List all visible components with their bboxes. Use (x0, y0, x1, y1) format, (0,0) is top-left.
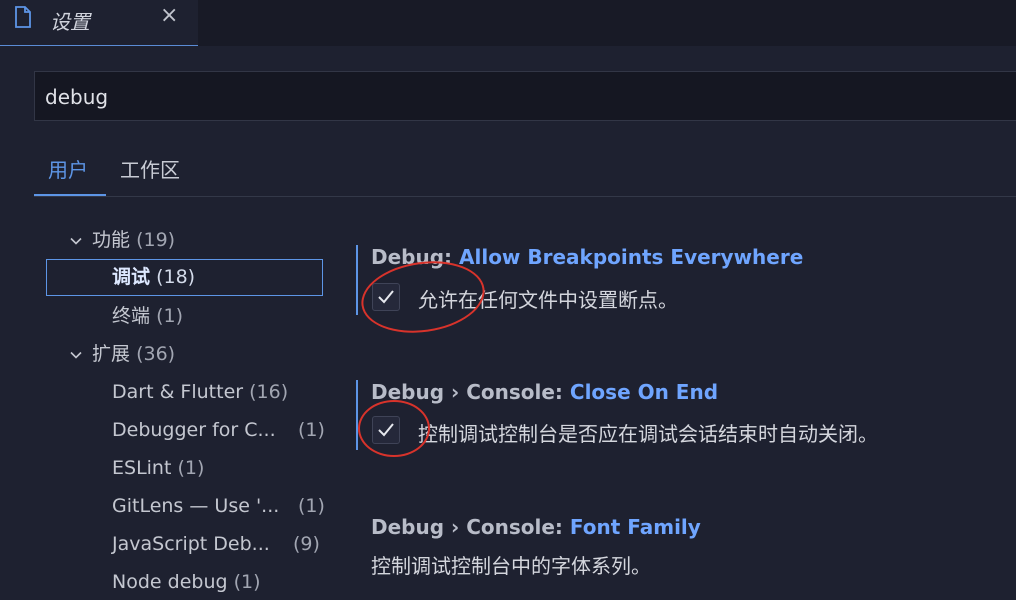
setting-console-font-family: Debug › Console: Font Family 控制调试控制台中的字体… (356, 515, 1016, 587)
toc-item-extension[interactable]: GitLens — Use '... (1) (112, 488, 325, 524)
tab-title: 设置 (50, 10, 90, 34)
close-icon[interactable]: × (160, 3, 178, 28)
toc-count: (1) (298, 495, 325, 517)
chevron-down-icon (70, 237, 82, 245)
setting-description: 控制调试控制台是否应在调试会话结束时自动关闭。 (418, 422, 878, 446)
settings-tab[interactable]: 设置 × (0, 0, 198, 46)
toc-count: (1) (233, 571, 261, 593)
toc-count: (36) (136, 343, 176, 365)
toc-label: JavaScript Deb... (112, 533, 270, 555)
toc-label: 功能 (92, 229, 131, 251)
toc-count: (1) (156, 305, 183, 327)
toc-count: (19) (136, 229, 176, 251)
toc-label: Debugger for C... (112, 419, 276, 441)
toc-label: 终端 (112, 305, 151, 327)
toc-item-terminal[interactable]: 终端 (1) (112, 298, 183, 334)
toc-item-extension[interactable]: Dart & Flutter (16) (112, 374, 288, 410)
toc-item-extension[interactable]: Debugger for C... (1) (112, 412, 325, 448)
toc-count: (18) (156, 266, 196, 288)
setting-title: Debug › Console: Font Family (371, 515, 701, 539)
modified-indicator (356, 380, 358, 450)
tab-bar: 设置 × (0, 0, 1016, 46)
search-box[interactable] (34, 71, 1016, 121)
tab-user[interactable]: 用户 (48, 154, 88, 183)
toc-label: Node debug (112, 571, 228, 593)
tab-workspace[interactable]: 工作区 (120, 154, 180, 183)
active-tab-indicator (34, 194, 106, 196)
toc-count: (1) (177, 457, 205, 479)
file-icon (14, 6, 32, 28)
toc-item-extension[interactable]: ESLint (1) (112, 450, 204, 486)
setting-name: Allow Breakpoints Everywhere (459, 245, 804, 269)
toc-count: (16) (249, 381, 289, 403)
toc-group-features[interactable]: 功能 (19) (70, 222, 175, 258)
toc-label: Dart & Flutter (112, 381, 244, 403)
chevron-down-icon (70, 351, 82, 359)
toc-label: ESLint (112, 457, 172, 479)
setting-title: Debug › Console: Close On End (371, 380, 718, 404)
toc-label: 扩展 (92, 343, 131, 365)
modified-indicator (356, 245, 358, 315)
toc-item-extension[interactable]: JavaScript Deb... (9) (112, 526, 322, 562)
toc-label: GitLens — Use '... (112, 495, 280, 517)
setting-console-close-on-end: Debug › Console: Close On End 控制调试控制台是否应… (356, 380, 1016, 452)
setting-name: Font Family (569, 515, 701, 539)
toc-count: (9) (293, 533, 320, 555)
setting-description: 控制调试控制台中的字体系列。 (371, 554, 651, 578)
toc-group-extensions[interactable]: 扩展 (36) (70, 336, 175, 372)
annotation-circle (358, 400, 430, 457)
toc-label: 调试 (112, 266, 151, 288)
toc-item-debug[interactable]: 调试 (18) (46, 259, 323, 296)
search-input[interactable] (43, 82, 947, 112)
setting-category: Debug › Console: (371, 515, 570, 539)
toc-count: (1) (298, 419, 325, 441)
scope-tabs: 用户 工作区 (34, 148, 1016, 197)
setting-name: Close On End (569, 380, 719, 404)
